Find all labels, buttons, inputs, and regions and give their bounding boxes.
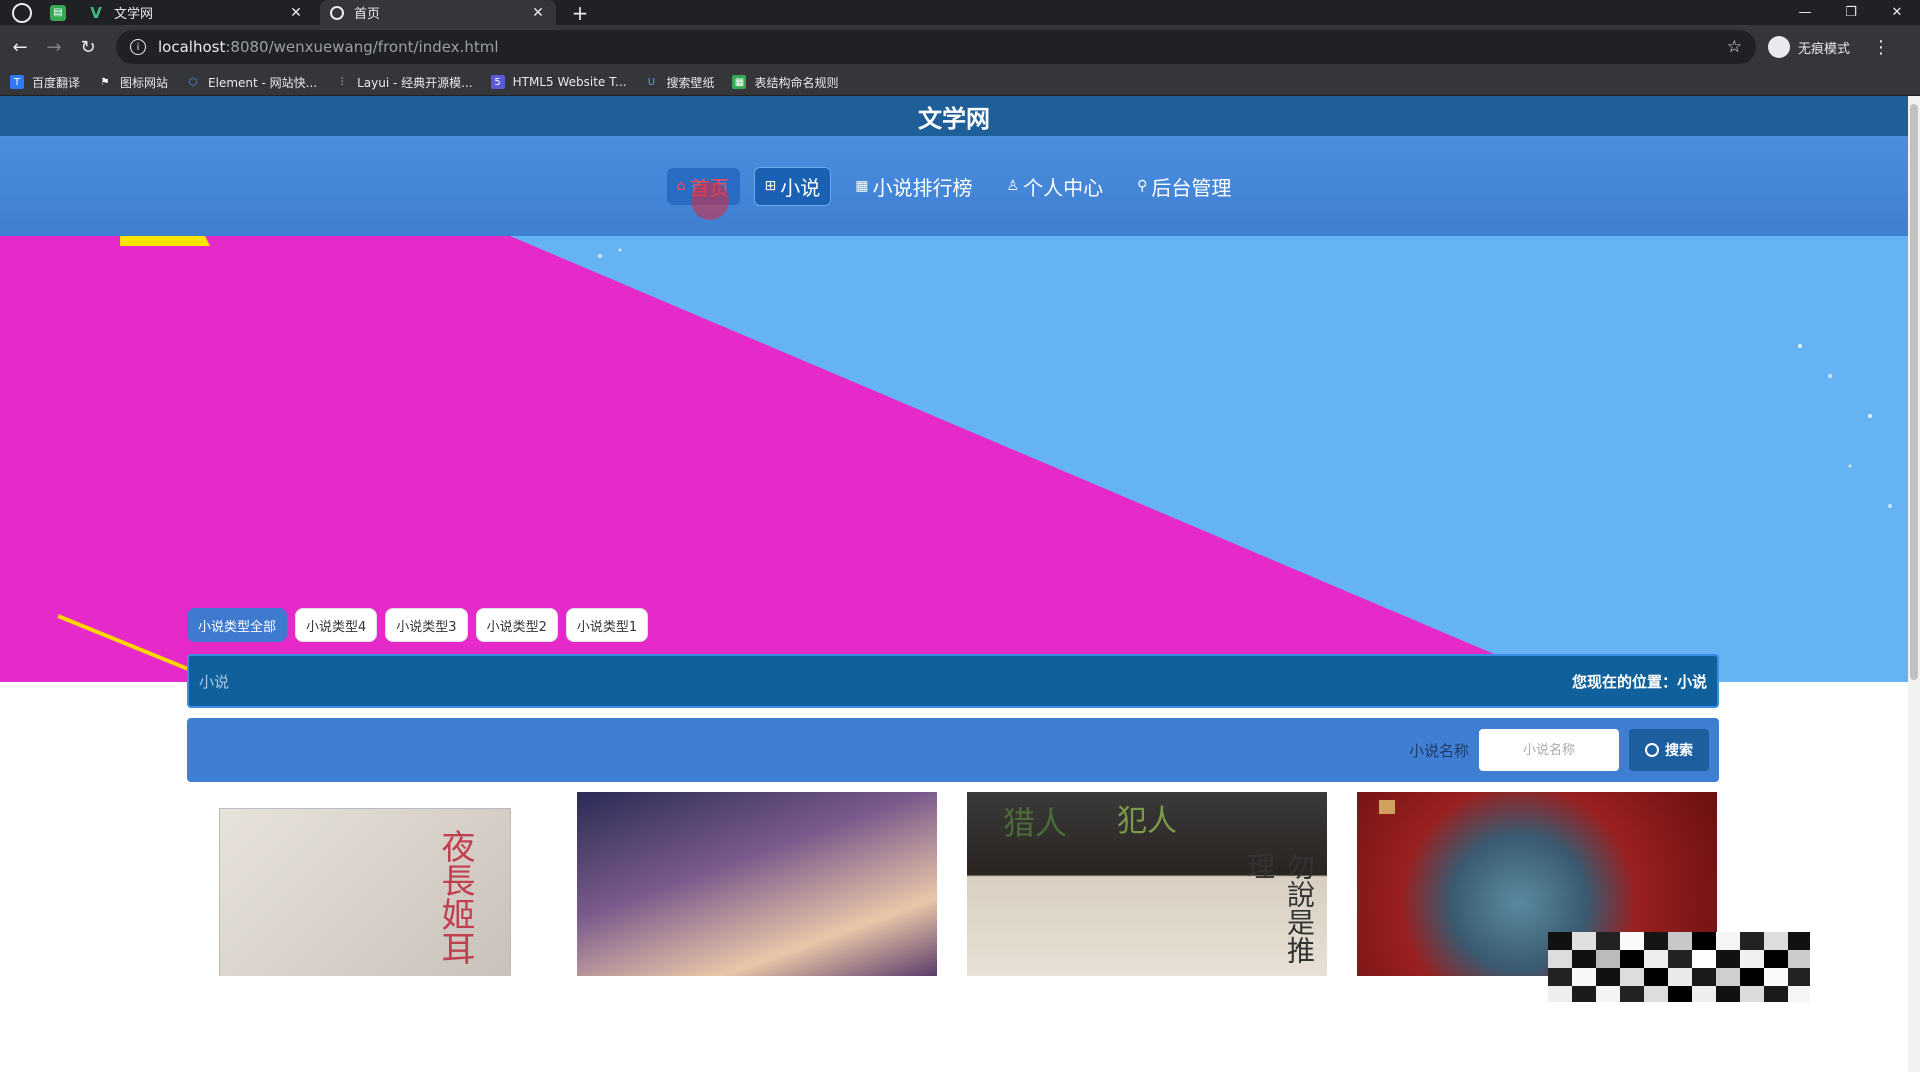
flag-icon: ⚑ — [100, 76, 110, 88]
browser-tab-1[interactable]: V 文学网 ✕ — [78, 0, 314, 25]
bookmark-item[interactable]: ▦ 表结构命名规则 — [732, 74, 838, 91]
novel-cover: 猎人 犯人 勿說是推理 — [967, 792, 1327, 976]
nav-home[interactable]: ⌂ 首页 — [666, 167, 740, 220]
novel-card[interactable]: 夜長姬耳 — [187, 792, 547, 976]
bookmark-item[interactable]: U 搜索壁纸 — [644, 74, 715, 91]
back-icon[interactable]: ← — [6, 37, 34, 58]
novel-card[interactable]: 猎人 犯人 勿說是推理 — [967, 792, 1327, 976]
novel-list: 夜長姬耳 猎人 犯人 勿說是推理 — [187, 792, 1719, 976]
browser-tab-2[interactable]: 首页 ✕ — [320, 0, 556, 25]
search-label: 小说名称 — [1408, 741, 1469, 760]
translate-icon: T — [10, 75, 24, 89]
bookmark-item[interactable]: ⚑ 图标网站 — [98, 74, 169, 91]
user-icon: ♙ — [1006, 178, 1020, 194]
incognito-icon — [1768, 36, 1790, 58]
info-icon[interactable]: i — [130, 39, 146, 55]
nav-label: 后台管理 — [1151, 175, 1232, 200]
new-tab-button[interactable]: + — [568, 1, 592, 25]
minimize-icon[interactable]: — — [1782, 5, 1828, 20]
layui-icon: ⫶ — [340, 76, 344, 88]
sheet-icon: ▦ — [732, 75, 747, 89]
pinned-tab-icon[interactable]: ▤ — [50, 4, 66, 21]
close-icon[interactable]: ✕ — [530, 5, 546, 21]
nav-novels[interactable]: ⊞ 小说 — [753, 166, 832, 206]
bookmarks-bar: T 百度翻译 ⚑ 图标网站 ⬡ Element - 网站快... ⫶ Layui - 经… — [0, 69, 1920, 96]
grid-icon: ⊞ — [764, 178, 777, 194]
publisher-logo — [1379, 800, 1395, 814]
category-1[interactable]: 小说类型1 — [565, 608, 649, 642]
forward-icon[interactable]: → — [40, 37, 68, 58]
tab-title: 首页 — [354, 7, 381, 22]
cover-title: 夜長姬耳 — [435, 829, 475, 965]
bookmark-item[interactable]: T 百度翻译 — [10, 74, 80, 91]
cover-title: 犯人 — [1117, 804, 1177, 839]
nav-label: 小说 — [780, 175, 821, 200]
globe-icon — [330, 5, 344, 20]
nav-admin[interactable]: ⚲ 后台管理 — [1127, 168, 1241, 205]
search-button[interactable]: 搜索 — [1629, 729, 1709, 771]
tab-title: 文学网 — [114, 7, 154, 22]
link-icon: ⚲ — [1137, 178, 1148, 194]
location-bar: 小说 您现在的位置：小说 — [187, 654, 1719, 708]
html5-icon: 5 — [490, 75, 505, 89]
vue-icon: V — [90, 3, 102, 22]
nav-profile[interactable]: ♙ 个人中心 — [997, 168, 1114, 205]
category-all[interactable]: 小说类型全部 — [187, 608, 288, 642]
scrollbar-thumb[interactable] — [1910, 104, 1918, 680]
close-window-icon[interactable]: ✕ — [1874, 5, 1920, 20]
main-nav: ⌂ 首页 ⊞ 小说 ▦ 小说排行榜 ♙ 个人中心 ⚲ 后台管理 — [0, 136, 1908, 236]
url-host: localhost — [158, 38, 226, 56]
profile-label: 无痕模式 — [1798, 41, 1851, 57]
url-path: :8080/wenxuewang/front/index.html — [225, 38, 499, 56]
search-bar: 小说名称 搜索 — [187, 718, 1719, 782]
breadcrumb: 您现在的位置：小说 — [1571, 672, 1707, 691]
search-input[interactable] — [1479, 729, 1619, 771]
bookmark-star-icon[interactable]: ☆ — [1727, 37, 1742, 57]
nav-label: 个人中心 — [1023, 175, 1104, 200]
cursor-click-indicator — [690, 181, 729, 220]
novel-cover — [577, 792, 937, 976]
site-title: 文学网 — [0, 96, 1908, 136]
category-filter: 小说类型全部 小说类型4 小说类型3 小说类型2 小说类型1 — [187, 608, 649, 642]
page-scrollbar[interactable] — [1908, 96, 1920, 1072]
browser-menu-icon[interactable]: ⋮ — [1872, 37, 1890, 58]
address-bar[interactable]: i localhost :8080/wenxuewang/front/index… — [116, 30, 1756, 64]
reload-icon[interactable]: ↻ — [74, 37, 102, 58]
element-icon: ⬡ — [188, 76, 198, 88]
section-title: 小说 — [199, 672, 230, 691]
search-icon — [1645, 743, 1659, 757]
nav-ranking[interactable]: ▦ 小说排行榜 — [845, 168, 982, 205]
profile-button[interactable]: 无痕模式 — [1768, 36, 1850, 58]
bookmark-item[interactable]: ⫶ Layui - 经典开源模... — [335, 74, 473, 91]
cover-title: 勿說是推理 — [1243, 852, 1316, 964]
cover-title: 猎人 — [1003, 804, 1068, 842]
novel-cover: 夜長姬耳 — [219, 808, 511, 976]
novel-card[interactable] — [577, 792, 937, 976]
category-2[interactable]: 小说类型2 — [475, 608, 558, 642]
category-4[interactable]: 小说类型4 — [295, 608, 378, 642]
bookmark-item[interactable]: 5 HTML5 Website T... — [490, 75, 626, 89]
nav-label: 小说排行榜 — [872, 175, 973, 200]
home-icon: ⌂ — [676, 178, 686, 194]
browser-toolbar: ← → ↻ i localhost :8080/wenxuewang/front… — [0, 25, 1920, 69]
calendar-icon: ▦ — [855, 178, 869, 194]
browser-tab-bar: ▤ V 文学网 ✕ 首页 ✕ + — ❐ ✕ — [0, 0, 1920, 25]
browser-menu-icon[interactable] — [12, 2, 32, 23]
window-controls: — ❐ ✕ — [1782, 5, 1920, 20]
restore-icon[interactable]: ❐ — [1828, 5, 1874, 20]
bookmark-item[interactable]: ⬡ Element - 网站快... — [186, 74, 317, 91]
wallpaper-icon: U — [647, 76, 656, 88]
close-icon[interactable]: ✕ — [288, 5, 304, 21]
pixelated-overlay — [1548, 932, 1810, 1002]
search-button-label: 搜索 — [1665, 743, 1693, 759]
category-3[interactable]: 小说类型3 — [385, 608, 468, 642]
